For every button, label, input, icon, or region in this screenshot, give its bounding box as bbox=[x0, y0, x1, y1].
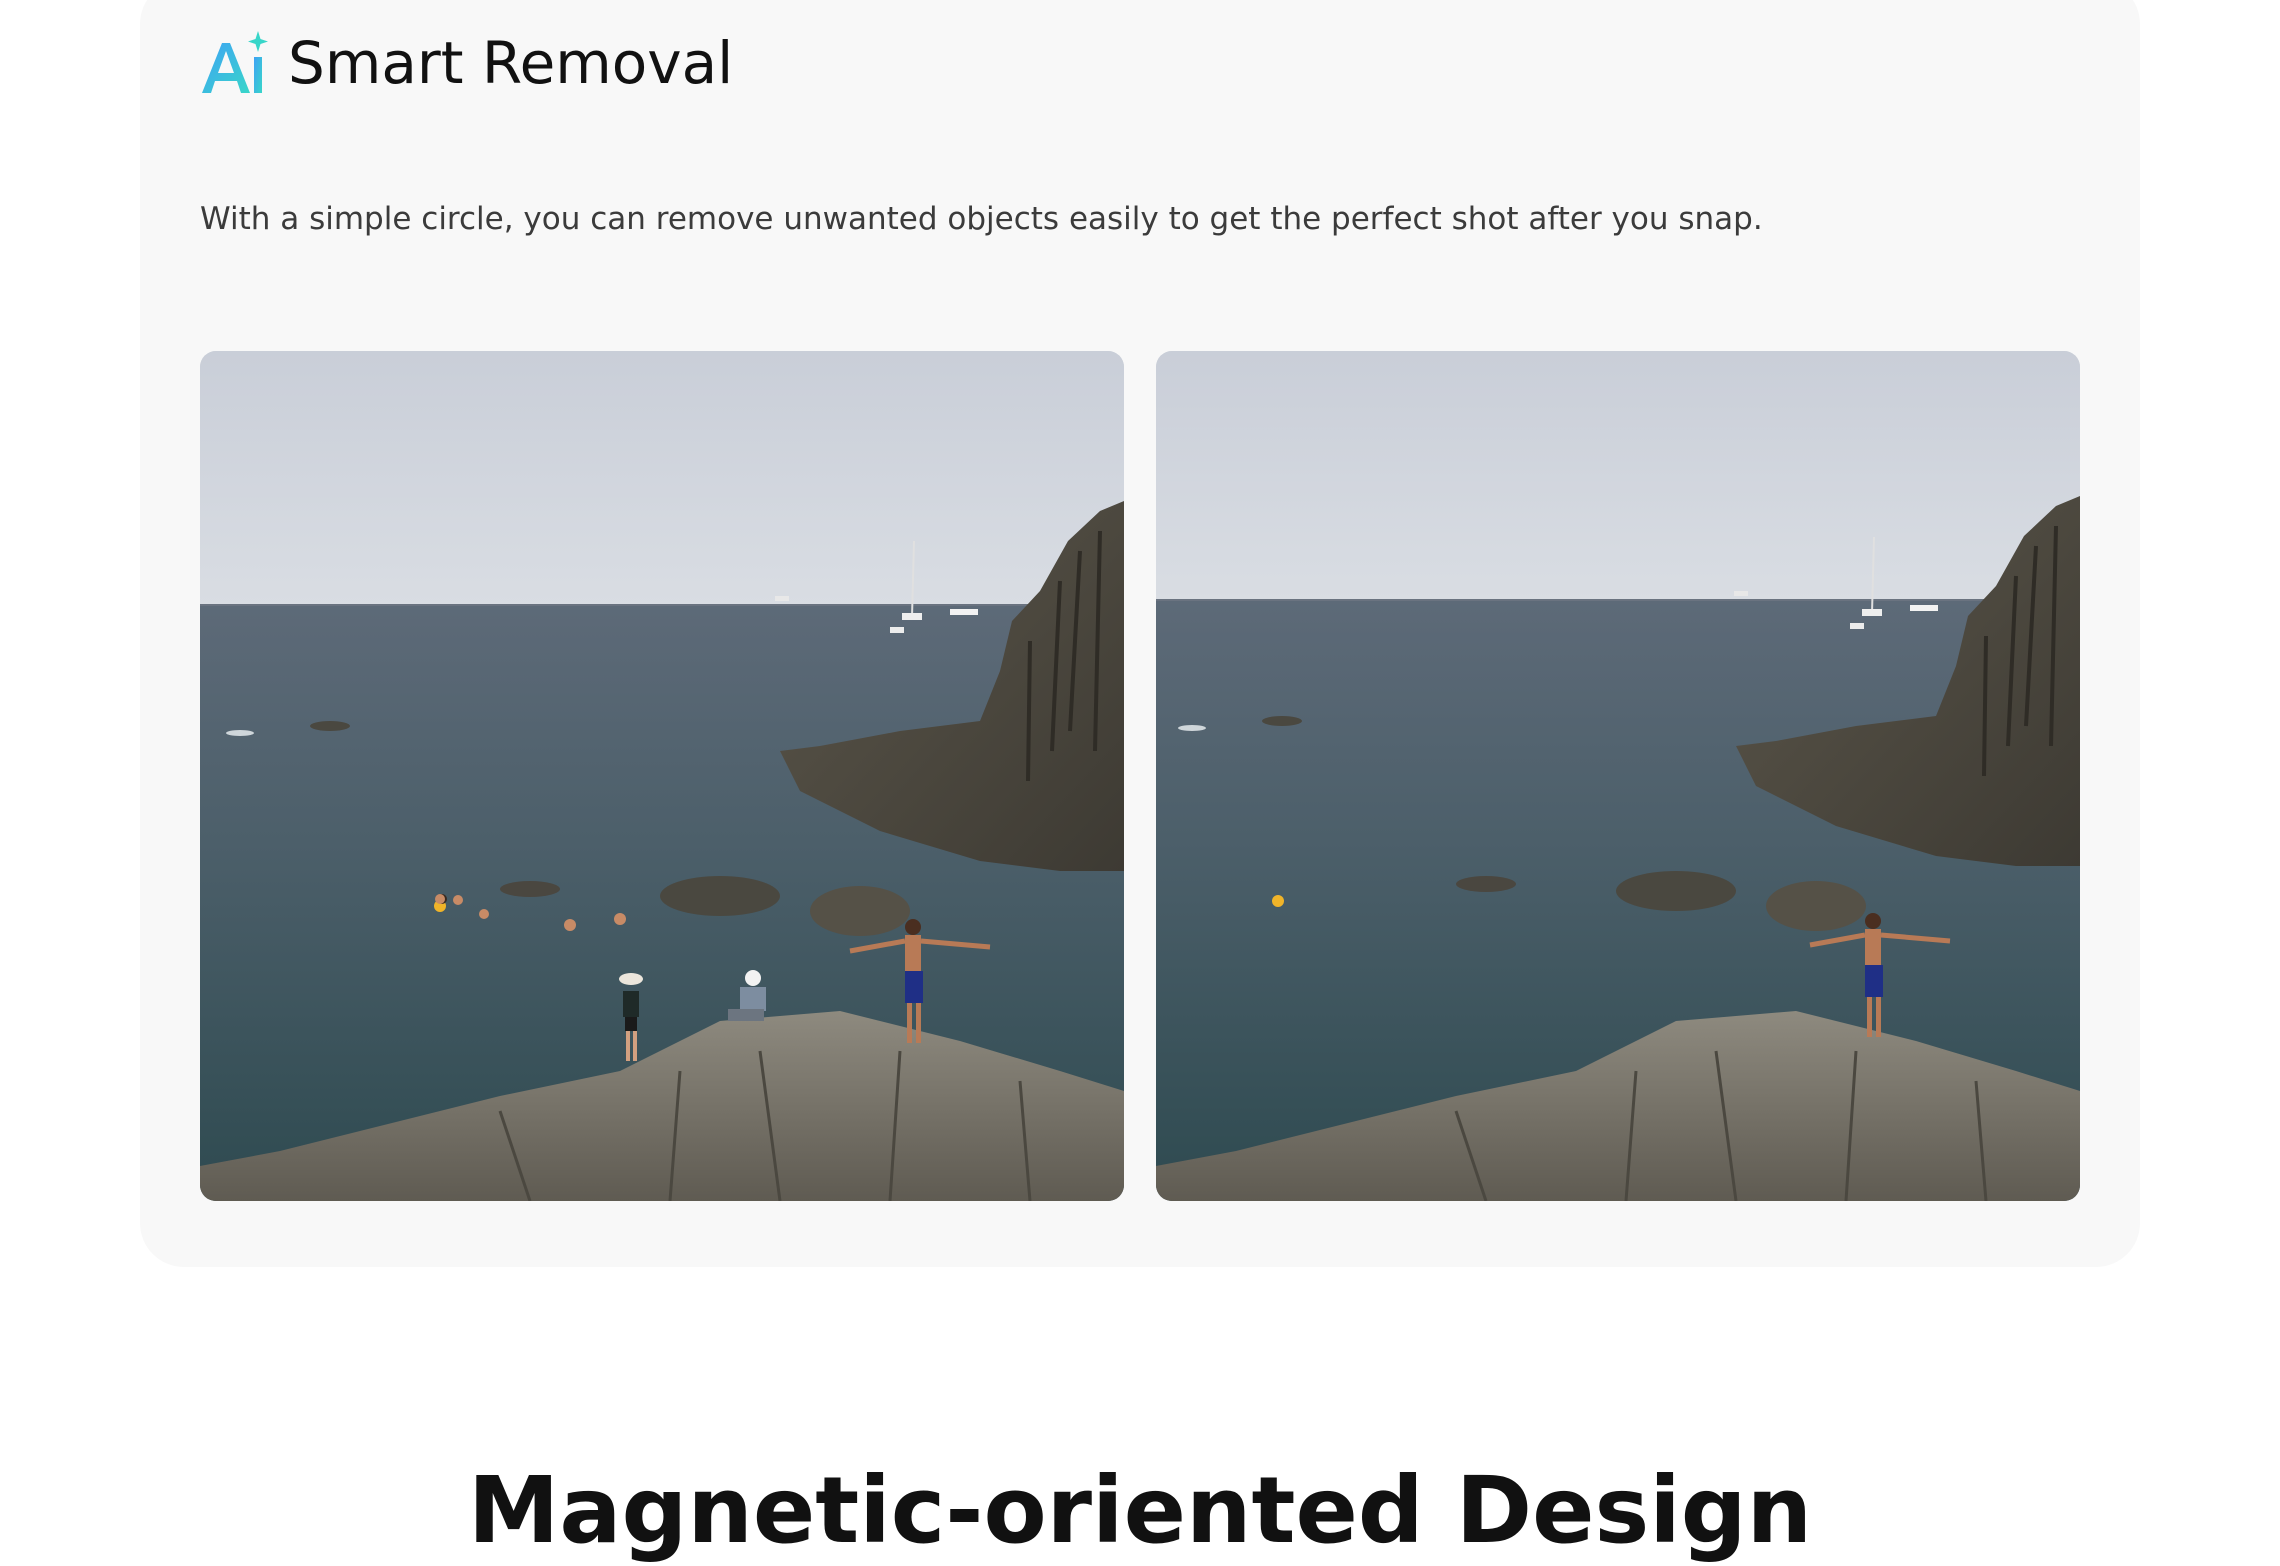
feature-title: Smart Removal bbox=[288, 29, 734, 97]
before-photo-scene bbox=[200, 351, 1124, 1201]
next-section-heading: Magnetic-oriented Design bbox=[467, 1457, 1813, 1564]
after-photo-scene bbox=[1156, 351, 2080, 1201]
feature-title-row: Smart Removal bbox=[200, 28, 733, 98]
ai-sparkle-icon bbox=[202, 31, 268, 93]
feature-description: With a simple circle, you can remove unw… bbox=[200, 201, 1763, 237]
before-image bbox=[200, 351, 1124, 1201]
after-image bbox=[1156, 351, 2080, 1201]
